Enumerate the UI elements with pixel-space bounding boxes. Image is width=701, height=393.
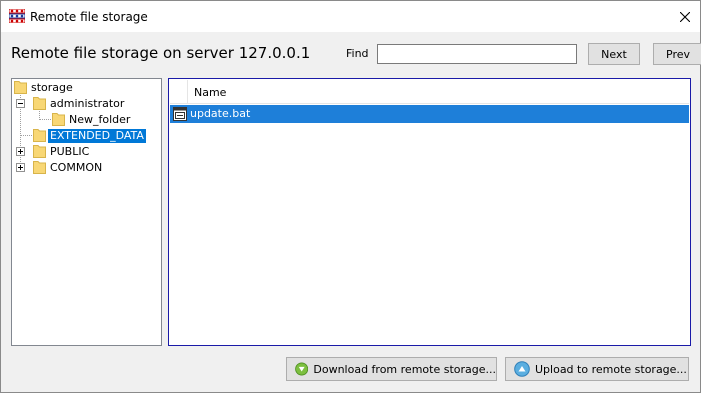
- upload-button[interactable]: Upload to remote storage...: [505, 357, 689, 381]
- download-icon: [295, 362, 309, 376]
- folder-icon: [33, 97, 46, 110]
- remote-file-storage-window: Remote file storage Remote file storage …: [0, 0, 701, 393]
- page-title: Remote file storage on server 127.0.0.1: [11, 44, 311, 62]
- find-input[interactable]: [377, 44, 577, 64]
- tree-item-label: storage: [31, 81, 73, 94]
- folder-icon: [52, 113, 65, 126]
- close-icon: [680, 11, 690, 22]
- icon-column-header[interactable]: [170, 80, 188, 104]
- name-column-header[interactable]: Name: [194, 86, 226, 99]
- close-button[interactable]: [670, 1, 700, 32]
- expand-toggle[interactable]: [16, 147, 25, 156]
- tree-item-label: COMMON: [50, 161, 103, 174]
- tree-connector: [20, 135, 32, 136]
- tree-item-label: PUBLIC: [50, 145, 90, 158]
- file-list[interactable]: Name update.bat: [168, 78, 691, 346]
- window-title: Remote file storage: [30, 10, 148, 24]
- batch-file-icon: [173, 107, 187, 121]
- folder-tree[interactable]: storage administrator New_folder EXTENDE…: [11, 78, 162, 346]
- folder-icon: [14, 81, 27, 94]
- tree-connector: [39, 119, 51, 120]
- title-bar[interactable]: Remote file storage: [1, 1, 700, 32]
- minus-icon: [18, 103, 23, 104]
- file-list-header: Name: [170, 80, 689, 104]
- upload-label: Upload to remote storage...: [535, 362, 687, 376]
- plus-icon: [18, 149, 23, 154]
- file-row[interactable]: update.bat: [170, 105, 689, 123]
- tree-item-label: administrator: [50, 97, 125, 110]
- file-name: update.bat: [190, 107, 251, 120]
- upload-icon: [514, 361, 530, 377]
- plus-icon: [18, 165, 23, 170]
- app-icon: [8, 8, 26, 24]
- prev-button[interactable]: Prev: [653, 43, 701, 65]
- find-label: Find: [346, 47, 369, 60]
- tree-item-label: New_folder: [69, 113, 131, 126]
- download-button[interactable]: Download from remote storage...: [286, 357, 497, 381]
- folder-icon: [33, 129, 46, 142]
- tree-item-label: EXTENDED_DATA: [48, 129, 146, 143]
- download-label: Download from remote storage...: [313, 362, 496, 376]
- next-button[interactable]: Next: [588, 43, 640, 65]
- folder-icon: [33, 161, 46, 174]
- collapse-toggle[interactable]: [16, 99, 25, 108]
- folder-icon: [33, 145, 46, 158]
- expand-toggle[interactable]: [16, 163, 25, 172]
